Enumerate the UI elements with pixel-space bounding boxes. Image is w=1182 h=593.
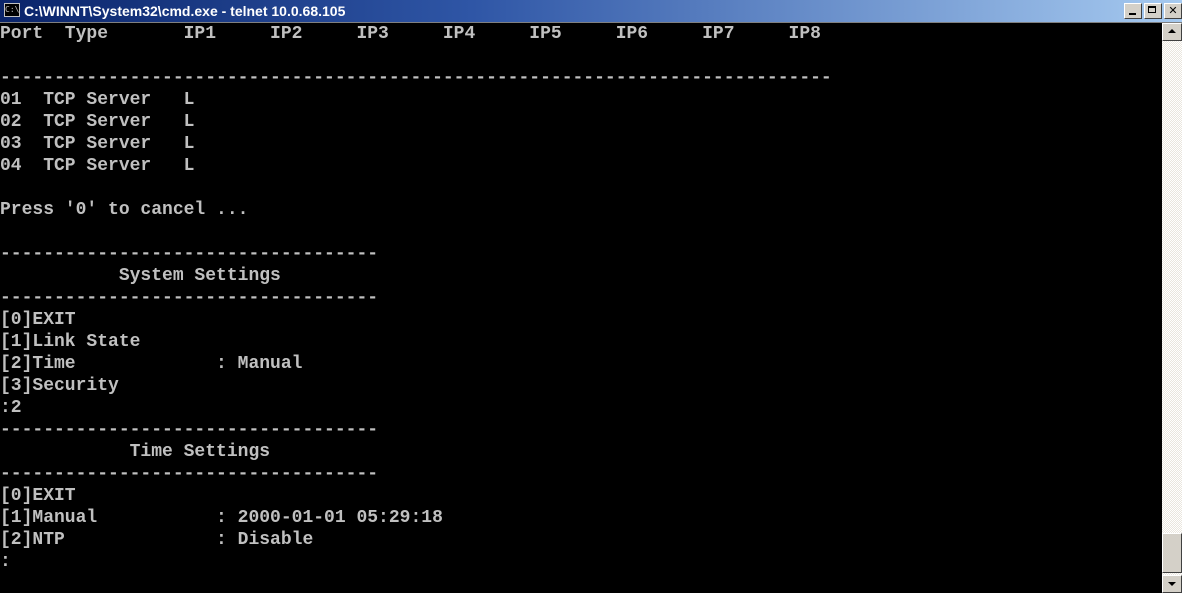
window-title: C:\WINNT\System32\cmd.exe - telnet 10.0.… [24,3,346,19]
console-line: 03 TCP Server L [0,134,195,154]
console-line: 02 TCP Server L [0,112,195,132]
scroll-thumb[interactable] [1162,533,1182,573]
console-line: [0]EXIT [0,486,76,506]
console-line: ----------------------------------- [0,244,379,264]
console-line: [1]Link State [0,332,141,352]
scroll-up-button[interactable] [1162,23,1182,41]
scroll-up-arrow-icon [1168,29,1176,33]
console-line: [2]NTP : Disable [0,530,314,550]
vertical-scrollbar[interactable] [1162,23,1182,593]
console-line: 01 TCP Server L [0,90,195,110]
console-line: ----------------------------------- [0,464,379,484]
close-button[interactable]: ✕ [1164,3,1182,19]
cmd-icon[interactable]: C:\ [4,3,20,17]
maximize-button[interactable] [1144,3,1162,19]
maximize-icon [1148,6,1156,13]
minimize-button[interactable] [1124,3,1142,19]
console-line: ----------------------------------- [0,420,379,440]
scroll-down-button[interactable] [1162,575,1182,593]
console-line: Port Type IP1 IP2 IP3 IP4 IP5 IP6 IP7 IP… [0,24,821,44]
title-bar[interactable]: C:\ C:\WINNT\System32\cmd.exe - telnet 1… [0,0,1182,23]
console-line: System Settings [0,266,281,286]
console-output[interactable]: Port Type IP1 IP2 IP3 IP4 IP5 IP6 IP7 IP… [0,23,1162,593]
console-line: [3]Security [0,376,119,396]
console-line: ----------------------------------------… [0,68,832,88]
scroll-down-arrow-icon [1168,582,1176,586]
console-line: [0]EXIT [0,310,76,330]
console-prompt[interactable]: : [0,551,11,573]
console-line: Time Settings [0,442,271,462]
minimize-icon [1129,13,1136,15]
console-line: Press '0' to cancel ... [0,200,249,220]
close-icon: ✕ [1168,4,1178,17]
console-line: :2 [0,398,22,418]
console-line: 04 TCP Server L [0,156,195,176]
console-line: [2]Time : Manual [0,354,303,374]
console-line: ----------------------------------- [0,288,379,308]
console-line: [1]Manual : 2000-01-01 05:29:18 [0,508,443,528]
